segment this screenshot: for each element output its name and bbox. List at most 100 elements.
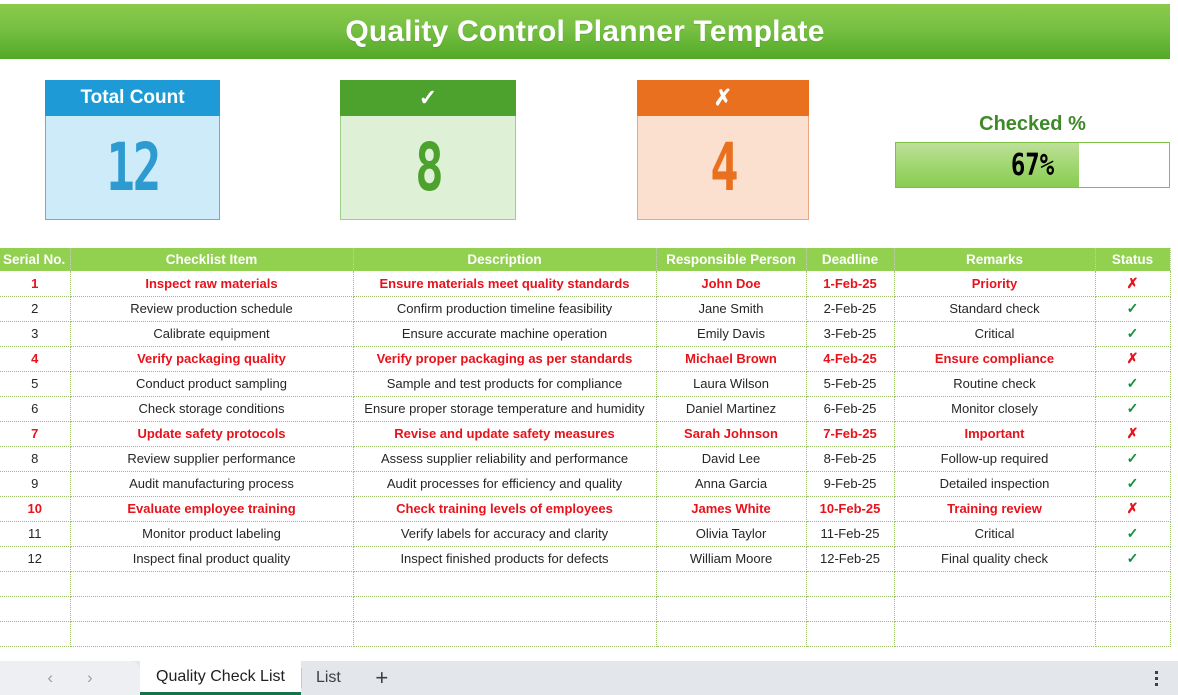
cell-status[interactable] <box>1095 571 1171 597</box>
cell-description[interactable] <box>353 596 657 622</box>
cell-item[interactable]: Calibrate equipment <box>70 321 354 347</box>
cell-remarks[interactable]: Follow-up required <box>894 446 1096 472</box>
cell-deadline[interactable]: 4-Feb-25 <box>806 346 895 372</box>
cell-description[interactable]: Revise and update safety measures <box>353 421 657 447</box>
column-header-status[interactable]: Status <box>1095 248 1171 271</box>
sheet-tab-quality-check-list[interactable]: Quality Check List <box>140 661 301 695</box>
table-row[interactable]: 3 Calibrate equipment Ensure accurate mach… <box>0 321 1178 347</box>
cell-description[interactable] <box>353 571 657 597</box>
cell-description[interactable]: Ensure proper storage temperature and hu… <box>353 396 657 422</box>
cell-person[interactable]: Olivia Taylor <box>656 521 807 547</box>
cell-deadline[interactable]: 8-Feb-25 <box>806 446 895 472</box>
cell-description[interactable]: Ensure materials meet quality standards <box>353 271 657 297</box>
cell-person[interactable]: Anna Garcia <box>656 471 807 497</box>
cell-serial[interactable]: 5 <box>0 371 71 397</box>
cell-item[interactable]: Review supplier performance <box>70 446 354 472</box>
cell-description[interactable]: Verify proper packaging as per standards <box>353 346 657 372</box>
table-row[interactable]: 10 Evaluate employee training Check traini… <box>0 496 1178 522</box>
cell-person[interactable]: James White <box>656 496 807 522</box>
cell-status[interactable]: ✗ <box>1095 271 1171 297</box>
cell-item[interactable]: Inspect final product quality <box>70 546 354 572</box>
cell-remarks[interactable]: Training review <box>894 496 1096 522</box>
table-row[interactable]: 7 Update safety protocols Revise and updat… <box>0 421 1178 447</box>
cell-description[interactable]: Assess supplier reliability and performa… <box>353 446 657 472</box>
column-header-description[interactable]: Description <box>353 248 657 271</box>
cell-item[interactable]: Inspect raw materials <box>70 271 354 297</box>
cell-deadline[interactable]: 5-Feb-25 <box>806 371 895 397</box>
cell-deadline[interactable]: 10-Feb-25 <box>806 496 895 522</box>
cell-person[interactable]: William Moore <box>656 546 807 572</box>
cell-item[interactable]: Audit manufacturing process <box>70 471 354 497</box>
cell-deadline[interactable]: 9-Feb-25 <box>806 471 895 497</box>
sheet-tab-list[interactable]: List <box>301 661 355 695</box>
cell-status[interactable] <box>1095 596 1171 622</box>
cell-description[interactable]: Confirm production timeline feasibility <box>353 296 657 322</box>
cell-remarks[interactable]: Detailed inspection <box>894 471 1096 497</box>
cell-status[interactable]: ✗ <box>1095 496 1171 522</box>
cell-description[interactable]: Verify labels for accuracy and clarity <box>353 521 657 547</box>
cell-item[interactable] <box>70 621 354 647</box>
cell-description[interactable]: Audit processes for efficiency and quali… <box>353 471 657 497</box>
cell-status[interactable]: ✓ <box>1095 521 1171 547</box>
add-sheet-button[interactable]: + <box>355 661 409 695</box>
table-row[interactable]: 11 Monitor product labeling Verify labels … <box>0 521 1178 547</box>
table-row[interactable] <box>0 621 1178 647</box>
column-header-serial-no[interactable]: Serial No. <box>0 248 71 271</box>
cell-item[interactable] <box>70 571 354 597</box>
cell-status[interactable]: ✓ <box>1095 471 1171 497</box>
cell-item[interactable]: Conduct product sampling <box>70 371 354 397</box>
cell-serial[interactable]: 7 <box>0 421 71 447</box>
cell-serial[interactable] <box>0 596 71 622</box>
cell-deadline[interactable]: 6-Feb-25 <box>806 396 895 422</box>
column-header-deadline[interactable]: Deadline <box>806 248 895 271</box>
table-row[interactable]: 1 Inspect raw materials Ensure materials m… <box>0 271 1178 297</box>
table-row[interactable]: 2 Review production schedule Confirm produ… <box>0 296 1178 322</box>
cell-status[interactable]: ✓ <box>1095 446 1171 472</box>
cell-status[interactable]: ✓ <box>1095 371 1171 397</box>
cell-person[interactable]: Jane Smith <box>656 296 807 322</box>
cell-remarks[interactable]: Critical <box>894 521 1096 547</box>
cell-status[interactable]: ✗ <box>1095 346 1171 372</box>
prev-sheet-icon[interactable]: ‹ <box>47 668 53 688</box>
table-row[interactable] <box>0 596 1178 622</box>
cell-remarks[interactable]: Critical <box>894 321 1096 347</box>
column-header-responsible-person[interactable]: Responsible Person <box>656 248 807 271</box>
cell-serial[interactable] <box>0 571 71 597</box>
cell-remarks[interactable]: Important <box>894 421 1096 447</box>
cell-deadline[interactable]: 11-Feb-25 <box>806 521 895 547</box>
kebab-menu-icon[interactable] <box>1134 661 1178 695</box>
cell-description[interactable]: Inspect finished products for defects <box>353 546 657 572</box>
table-row[interactable]: 6 Check storage conditions Ensure proper s… <box>0 396 1178 422</box>
cell-deadline[interactable]: 3-Feb-25 <box>806 321 895 347</box>
cell-status[interactable]: ✓ <box>1095 321 1171 347</box>
cell-person[interactable]: Laura Wilson <box>656 371 807 397</box>
cell-serial[interactable] <box>0 621 71 647</box>
table-row[interactable] <box>0 571 1178 597</box>
cell-remarks[interactable]: Final quality check <box>894 546 1096 572</box>
cell-item[interactable]: Review production schedule <box>70 296 354 322</box>
cell-item[interactable]: Verify packaging quality <box>70 346 354 372</box>
cell-status[interactable] <box>1095 621 1171 647</box>
cell-item[interactable] <box>70 596 354 622</box>
cell-remarks[interactable] <box>894 571 1096 597</box>
cell-person[interactable] <box>656 596 807 622</box>
cell-description[interactable] <box>353 621 657 647</box>
cell-person[interactable]: Emily Davis <box>656 321 807 347</box>
cell-remarks[interactable]: Routine check <box>894 371 1096 397</box>
cell-description[interactable]: Check training levels of employees <box>353 496 657 522</box>
cell-item[interactable]: Evaluate employee training <box>70 496 354 522</box>
column-header-checklist-item[interactable]: Checklist Item <box>70 248 354 271</box>
cell-deadline[interactable]: 12-Feb-25 <box>806 546 895 572</box>
cell-remarks[interactable] <box>894 596 1096 622</box>
column-header-remarks[interactable]: Remarks <box>894 248 1096 271</box>
cell-deadline[interactable] <box>806 571 895 597</box>
cell-status[interactable]: ✗ <box>1095 421 1171 447</box>
cell-remarks[interactable] <box>894 621 1096 647</box>
cell-serial[interactable]: 11 <box>0 521 71 547</box>
cell-deadline[interactable]: 7-Feb-25 <box>806 421 895 447</box>
cell-person[interactable]: Sarah Johnson <box>656 421 807 447</box>
cell-deadline[interactable]: 2-Feb-25 <box>806 296 895 322</box>
cell-description[interactable]: Sample and test products for compliance <box>353 371 657 397</box>
cell-item[interactable]: Monitor product labeling <box>70 521 354 547</box>
cell-person[interactable] <box>656 571 807 597</box>
